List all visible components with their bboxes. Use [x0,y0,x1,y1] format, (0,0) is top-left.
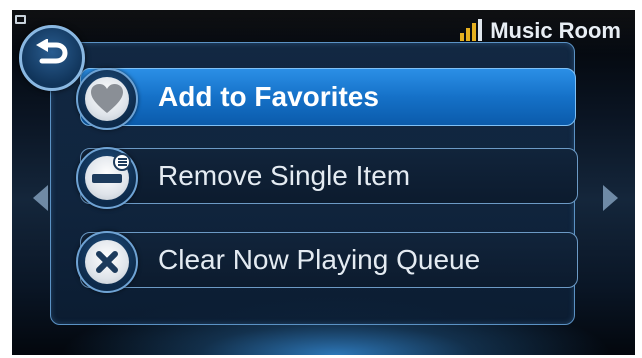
remove-item-icon [76,147,138,209]
signal-strength-icon [460,19,483,41]
heart-icon [76,68,138,130]
window-icon [15,15,26,24]
clear-queue-button[interactable]: Clear Now Playing Queue [80,232,578,288]
option-label: Clear Now Playing Queue [158,244,481,275]
add-to-favorites-button[interactable]: Add to Favorites [80,68,576,126]
option-label: Remove Single Item [158,160,411,191]
remove-single-item-button[interactable]: Remove Single Item [80,148,578,204]
chevron-right-icon[interactable] [603,185,618,211]
close-icon [76,231,138,293]
chevron-left-icon[interactable] [33,185,48,211]
option-label: Add to Favorites [158,81,379,112]
back-arrow-icon [36,39,68,64]
back-button[interactable] [19,25,85,91]
room-name: Music Room [490,18,621,43]
